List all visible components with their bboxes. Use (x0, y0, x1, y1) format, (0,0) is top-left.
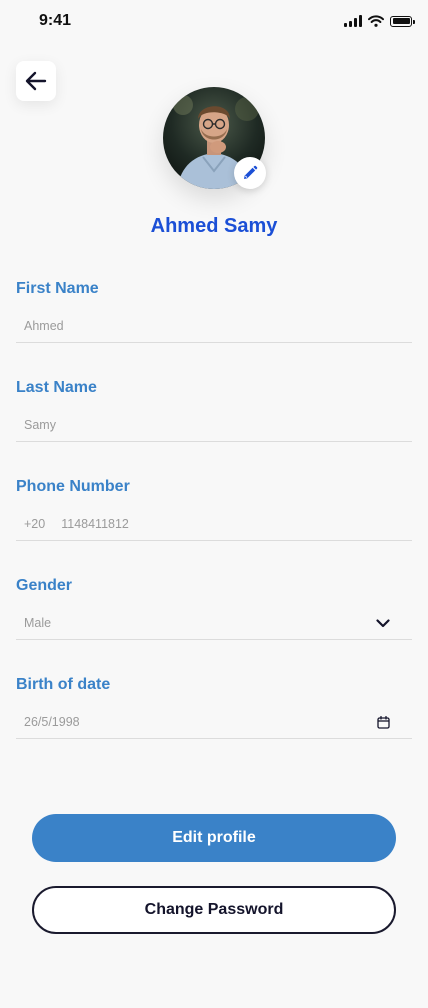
gender-label: Gender (16, 577, 73, 594)
edit-profile-button[interactable]: Edit profile (32, 814, 396, 862)
cellular-signal-icon (344, 15, 362, 27)
phone-label: Phone Number (16, 478, 130, 495)
phone-field-group: Phone Number +20 1148411812 (16, 477, 412, 541)
first-name-field-group: First Name Ahmed (16, 279, 412, 343)
edit-avatar-button[interactable] (234, 157, 266, 189)
profile-screen: 9:41 Ahmed Samy First Name Ahmed Last Na… (0, 0, 428, 1008)
change-password-button[interactable]: Change Password (32, 886, 396, 934)
birth-date-input[interactable]: 26/5/1998 (16, 706, 412, 739)
country-code[interactable]: +20 (24, 517, 45, 531)
battery-icon (390, 15, 415, 27)
last-name-field-group: Last Name Samy (16, 378, 412, 442)
birth-date-value: 26/5/1998 (24, 715, 80, 729)
wifi-icon (368, 15, 384, 27)
gender-select[interactable]: Male (16, 607, 412, 640)
arrow-left-icon (25, 71, 47, 91)
birth-date-field-group: Birth of date 26/5/1998 (16, 675, 412, 739)
back-button[interactable] (16, 61, 56, 101)
last-name-label: Last Name (16, 379, 97, 396)
first-name-input[interactable]: Ahmed (16, 310, 412, 343)
status-icons (344, 15, 415, 27)
phone-input[interactable]: +20 1148411812 (16, 508, 412, 541)
gender-value: Male (24, 616, 52, 630)
status-time: 9:41 (39, 12, 72, 29)
first-name-value: Ahmed (24, 319, 64, 333)
pencil-icon (244, 165, 258, 179)
calendar-icon[interactable] (377, 715, 390, 729)
profile-name: Ahmed Samy (150, 215, 278, 237)
status-bar: 9:41 (0, 0, 428, 44)
chevron-down-icon[interactable] (376, 618, 390, 628)
avatar-container (163, 87, 266, 189)
first-name-label: First Name (16, 280, 99, 297)
birth-date-label: Birth of date (16, 676, 111, 693)
gender-field-group: Gender Male (16, 576, 412, 640)
last-name-value: Samy (24, 418, 56, 432)
phone-value: 1148411812 (61, 517, 129, 531)
last-name-input[interactable]: Samy (16, 409, 412, 442)
